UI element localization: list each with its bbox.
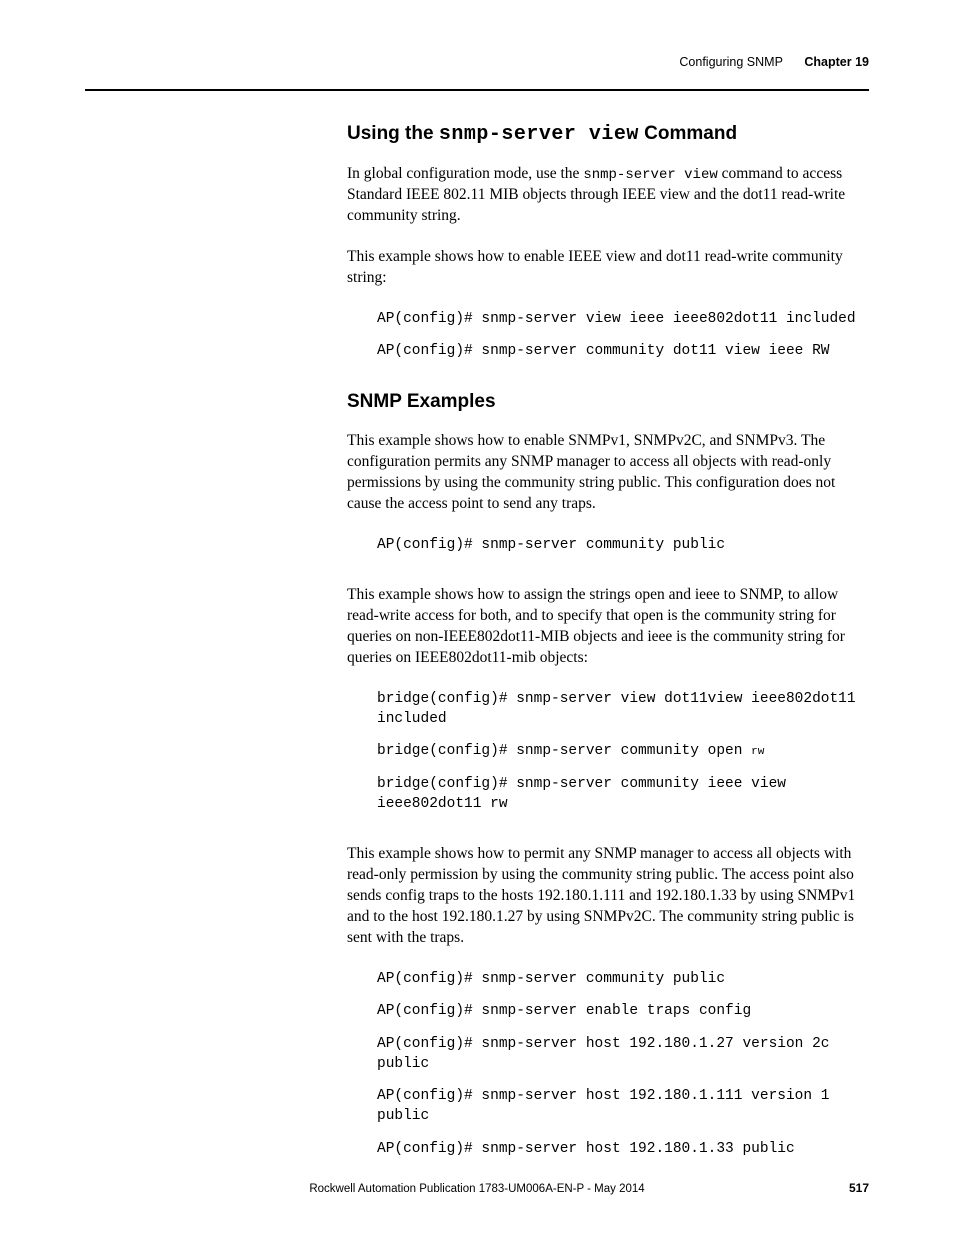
code5-b: rw <box>751 746 764 758</box>
footer-publication: Rockwell Automation Publication 1783-UM0… <box>309 1183 644 1195</box>
section1-heading: Using the snmp-server view Command <box>347 123 869 146</box>
main-content: Using the snmp-server view Command In gl… <box>347 91 869 1159</box>
code-block-7: AP(config)# snmp-server community public <box>377 969 869 989</box>
page-container: Configuring SNMP Chapter 19 Using the sn… <box>0 0 954 1235</box>
section1-p2: This example shows how to enable IEEE vi… <box>347 247 869 289</box>
heading-text-pre: Using the <box>347 123 439 144</box>
code-block-5: bridge(config)# snmp-server community op… <box>377 741 869 761</box>
code-block-8: AP(config)# snmp-server enable traps con… <box>377 1001 869 1021</box>
code-block-4: bridge(config)# snmp-server view dot11vi… <box>377 689 869 730</box>
p1-inline-code: snmp-server view <box>583 167 717 183</box>
section2-p1: This example shows how to enable SNMPv1,… <box>347 431 869 515</box>
footer: Rockwell Automation Publication 1783-UM0… <box>85 1183 869 1195</box>
code-block-11: AP(config)# snmp-server host 192.180.1.3… <box>377 1139 869 1159</box>
heading-code: snmp-server view <box>439 123 639 146</box>
code-block-6: bridge(config)# snmp-server community ie… <box>377 774 869 815</box>
section2-p2: This example shows how to assign the str… <box>347 585 869 669</box>
p1-text-a: In global configuration mode, use the <box>347 165 583 182</box>
page-number: 517 <box>849 1181 869 1195</box>
running-header: Configuring SNMP Chapter 19 <box>85 55 869 69</box>
code-block-10: AP(config)# snmp-server host 192.180.1.1… <box>377 1086 869 1127</box>
code-block-9: AP(config)# snmp-server host 192.180.1.2… <box>377 1034 869 1075</box>
code-block-1: AP(config)# snmp-server view ieee ieee80… <box>377 309 869 329</box>
code5-a: bridge(config)# snmp-server community op… <box>377 743 751 759</box>
code-block-3: AP(config)# snmp-server community public <box>377 535 869 555</box>
section2-heading: SNMP Examples <box>347 391 869 413</box>
heading-text-post: Command <box>639 123 737 144</box>
code-block-2: AP(config)# snmp-server community dot11 … <box>377 341 869 361</box>
header-chapter: Chapter 19 <box>804 55 869 69</box>
header-topic: Configuring SNMP <box>679 55 783 69</box>
section2-p3: This example shows how to permit any SNM… <box>347 844 869 949</box>
section1-p1: In global configuration mode, use the sn… <box>347 164 869 227</box>
